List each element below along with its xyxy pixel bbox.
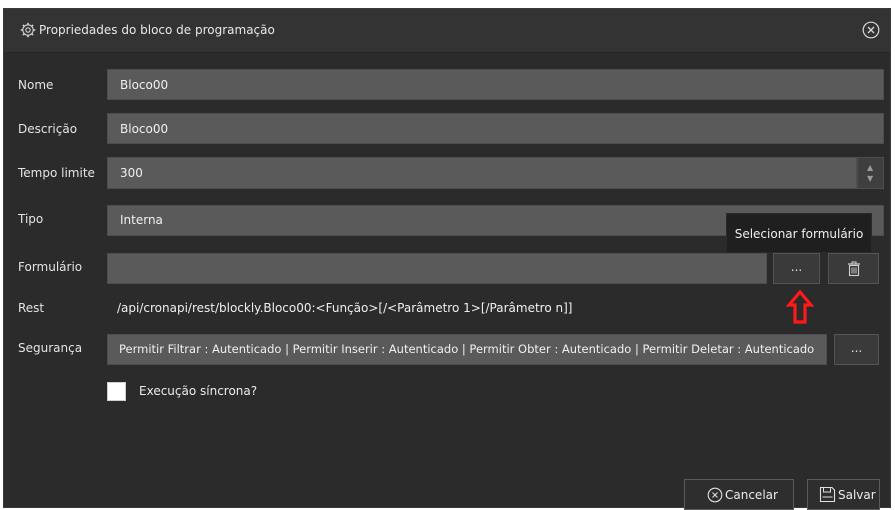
save-button[interactable]: Salvar (807, 479, 880, 510)
cancel-button[interactable]: Cancelar (684, 479, 794, 510)
timeout-label: Tempo limite (18, 166, 95, 180)
description-label: Descrição (18, 122, 78, 136)
trash-icon (848, 261, 860, 277)
type-select-value: Interna (120, 213, 163, 227)
timeout-stepper[interactable]: ▲ ▼ (857, 157, 884, 189)
close-icon[interactable] (862, 21, 880, 39)
type-label: Tipo (18, 212, 44, 226)
delete-form-button[interactable] (828, 253, 879, 284)
name-label: Nome (18, 78, 54, 92)
security-edit-button[interactable]: ... (834, 334, 879, 365)
save-button-label: Salvar (838, 488, 876, 502)
form-input[interactable] (107, 253, 767, 284)
close-circle-icon (707, 487, 723, 503)
stepper-down-icon[interactable]: ▼ (867, 175, 873, 183)
security-label: Segurança (18, 341, 83, 355)
dialog-title: Propriedades do bloco de programação (39, 23, 275, 37)
dialog-titlebar: Propriedades do bloco de programação (4, 9, 890, 53)
rest-label: Rest (18, 301, 45, 315)
red-up-arrow-icon (786, 289, 814, 324)
floppy-icon (819, 486, 836, 503)
rest-path-text: /api/cronapi/rest/blockly.Bloco00:<Funçã… (117, 301, 573, 315)
cancel-button-label: Cancelar (725, 488, 778, 502)
properties-dialog: Propriedades do bloco de programação Nom… (3, 8, 891, 510)
description-input[interactable] (107, 113, 884, 144)
form-label: Formulário (18, 260, 83, 274)
sync-execution-label: Execução síncrona? (139, 384, 258, 398)
sync-execution-checkbox[interactable] (107, 382, 126, 401)
stepper-up-icon[interactable]: ▲ (867, 164, 873, 172)
gear-icon (20, 22, 36, 38)
name-input[interactable] (107, 69, 884, 100)
security-field[interactable]: Permitir Filtrar : Autenticado | Permiti… (107, 334, 827, 365)
select-form-button[interactable]: ... (773, 253, 820, 284)
timeout-input[interactable] (107, 157, 857, 189)
select-form-tooltip: Selecionar formulário (726, 213, 872, 253)
